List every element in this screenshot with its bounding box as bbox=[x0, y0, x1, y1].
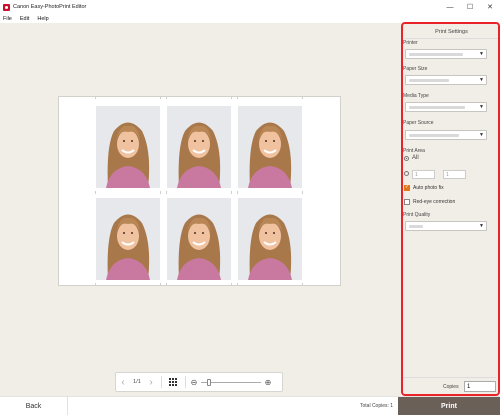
app-icon bbox=[3, 3, 10, 11]
zoom-slider[interactable] bbox=[201, 378, 261, 386]
window-controls: — ☐ ✕ bbox=[440, 0, 500, 14]
print-settings-header: Print Settings bbox=[405, 26, 498, 39]
page-indicator: 1/1 bbox=[133, 379, 141, 385]
menu-edit[interactable]: Edit bbox=[20, 16, 29, 22]
range-from-spinner[interactable]: 1 bbox=[412, 170, 435, 179]
checkbox-checked-icon bbox=[404, 184, 410, 191]
preview-area bbox=[0, 23, 401, 396]
zoom-slider-handle[interactable] bbox=[207, 378, 211, 386]
crop-marks-top bbox=[59, 96, 340, 100]
red-eye-label: Red-eye correction bbox=[413, 199, 456, 205]
window-title: Canon Easy-PhotoPrint Editor bbox=[13, 4, 87, 10]
print-button[interactable]: Print bbox=[398, 397, 500, 415]
photo-4[interactable] bbox=[96, 198, 160, 280]
menu-file[interactable]: File bbox=[3, 16, 12, 22]
divider bbox=[161, 376, 162, 388]
photo-5[interactable] bbox=[167, 198, 231, 280]
chevron-down-icon: ▼ bbox=[479, 77, 484, 83]
print-quality-select[interactable]: ▼ bbox=[405, 221, 487, 231]
printer-label: Printer bbox=[403, 40, 418, 46]
copies-label: Copies bbox=[443, 384, 459, 390]
page-navigation-bar: ‹ 1/1 › ⊖ ⊕ bbox=[115, 372, 283, 392]
red-eye-checkbox[interactable]: Red-eye correction bbox=[404, 199, 455, 205]
photo-6[interactable] bbox=[238, 198, 302, 280]
crop-marks-bottom bbox=[59, 283, 340, 287]
print-area-range-radio[interactable] bbox=[404, 171, 412, 176]
back-button[interactable]: Back bbox=[0, 397, 68, 415]
chevron-down-icon: ▼ bbox=[479, 223, 484, 229]
photo-2[interactable] bbox=[167, 106, 231, 188]
total-copies: Total Copies: 1 bbox=[360, 403, 394, 409]
print-quality-label: Print Quality bbox=[403, 212, 431, 218]
checkbox-unchecked-icon bbox=[404, 199, 410, 205]
paper-source-label: Paper Source bbox=[403, 120, 434, 126]
chevron-down-icon: ▼ bbox=[479, 104, 484, 110]
chevron-down-icon: ▼ bbox=[479, 132, 484, 138]
print-area-all-radio[interactable]: All bbox=[404, 155, 419, 161]
photo-3[interactable] bbox=[238, 106, 302, 188]
print-area-label: Print Area bbox=[403, 148, 425, 154]
paper-size-label: Paper Size bbox=[403, 66, 428, 72]
close-button[interactable]: ✕ bbox=[480, 0, 500, 14]
radio-unselected-icon bbox=[404, 171, 409, 176]
next-page-button[interactable]: › bbox=[144, 377, 158, 388]
prev-page-button[interactable]: ‹ bbox=[116, 377, 130, 388]
printer-select[interactable]: ▼ bbox=[405, 49, 487, 59]
maximize-button[interactable]: ☐ bbox=[460, 0, 480, 14]
range-to-spinner[interactable]: 1 bbox=[443, 170, 466, 179]
divider bbox=[185, 376, 186, 388]
grid-view-icon[interactable] bbox=[169, 377, 178, 387]
zoom-out-icon[interactable]: ⊖ bbox=[189, 378, 199, 387]
paper-preview bbox=[58, 96, 341, 286]
copies-input[interactable]: 1 bbox=[464, 381, 496, 392]
paper-source-select[interactable]: ▼ bbox=[405, 130, 487, 140]
auto-photo-fix-label: Auto photo fix bbox=[413, 185, 444, 191]
minimize-button[interactable]: — bbox=[440, 0, 460, 14]
title-bar: Canon Easy-PhotoPrint Editor — ☐ ✕ bbox=[0, 0, 500, 14]
media-type-select[interactable]: ▼ bbox=[405, 102, 487, 112]
print-area-all-label: All bbox=[412, 155, 419, 161]
auto-photo-fix-checkbox[interactable]: Auto photo fix bbox=[404, 184, 444, 191]
crop-marks-middle bbox=[59, 191, 340, 195]
photo-1[interactable] bbox=[96, 106, 160, 188]
media-type-label: Media Type bbox=[403, 93, 429, 99]
chevron-down-icon: ▼ bbox=[479, 51, 484, 57]
paper-size-select[interactable]: ▼ bbox=[405, 75, 487, 85]
menu-help[interactable]: Help bbox=[37, 16, 48, 22]
bottom-bar: Back Total Copies: 1 Print bbox=[0, 396, 500, 415]
copies-section: Copies 1 bbox=[403, 377, 496, 394]
radio-selected-icon bbox=[404, 155, 409, 161]
zoom-in-icon[interactable]: ⊕ bbox=[263, 378, 273, 387]
